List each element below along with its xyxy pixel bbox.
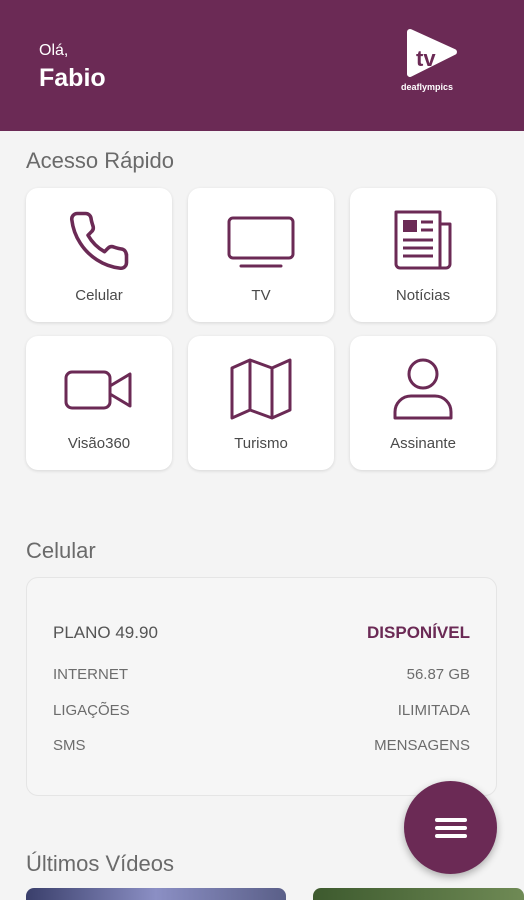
row-label: LIGAÇÕES [53,702,130,719]
internet-row: INTERNET 56.87 GB [53,666,470,683]
logo-text: tv [416,46,436,71]
row-value: 56.87 GB [406,666,470,683]
tile-label: TV [251,287,271,304]
tv-logo-icon: tv deaflympics [400,28,462,100]
tv-icon [227,216,295,268]
video-camera-icon [64,370,132,410]
tile-turismo[interactable]: Turismo [188,336,334,470]
newspaper-icon [394,210,452,270]
user-icon [393,358,453,420]
video-thumbnail[interactable] [26,888,286,900]
row-label: SMS [53,737,86,754]
tile-label: Turismo [234,435,288,452]
videos-section-title: Últimos Vídeos [26,851,174,876]
plan-row: PLANO 49.90 DISPONÍVEL [53,623,470,643]
tile-label: Assinante [390,435,456,452]
plan-label: PLANO 49.90 [53,623,158,642]
tile-tv[interactable]: TV [188,188,334,322]
sms-row: SMS MENSAGENS [53,737,470,754]
tile-label: Notícias [395,287,451,304]
quick-access-title: Acesso Rápido [26,148,174,173]
row-value: MENSAGENS [374,737,470,754]
calls-row: LIGAÇÕES ILIMITADA [53,702,470,719]
tile-visao360[interactable]: Visão360 [26,336,172,470]
menu-button[interactable] [404,781,497,874]
celular-section-title: Celular [26,538,96,563]
logo-subtext: deaflympics [401,82,453,92]
row-value: ILIMITADA [397,702,470,719]
tile-celular[interactable]: Celular [26,188,172,322]
plan-status: DISPONÍVEL [367,623,470,642]
greeting-text: Olá, [39,42,69,59]
user-name: Fabio [39,64,106,92]
video-thumbnail[interactable] [313,888,524,900]
row-label: INTERNET [53,666,128,683]
tile-label: Visão360 [67,435,131,452]
tile-assinante[interactable]: Assinante [350,336,496,470]
app-header: Olá, Fabio tv deaflympics [0,0,524,131]
tile-noticias[interactable]: Notícias [350,188,496,322]
tile-label: Celular [75,287,123,304]
phone-icon [69,211,129,271]
plan-card[interactable]: PLANO 49.90 DISPONÍVEL INTERNET 56.87 GB… [26,577,497,796]
map-icon [230,358,292,420]
